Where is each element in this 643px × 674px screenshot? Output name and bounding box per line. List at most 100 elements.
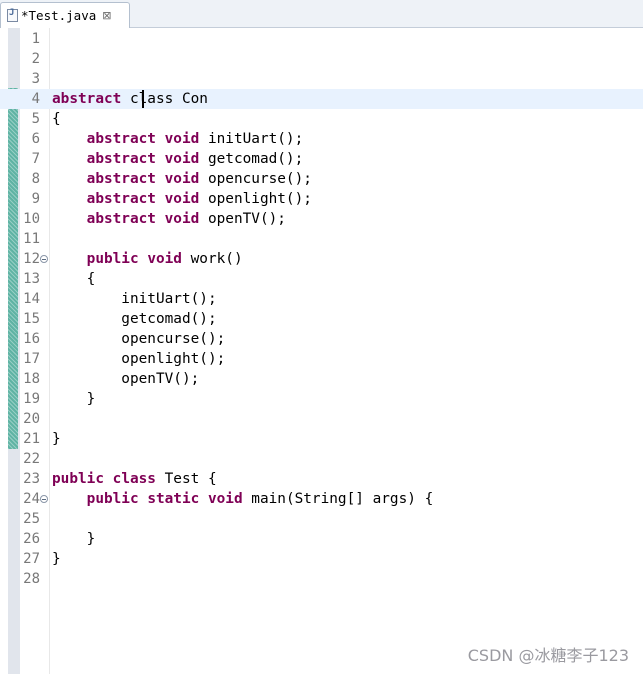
- code-token: openTV();: [52, 371, 200, 387]
- line-number: 4: [31, 91, 40, 107]
- fold-collapse-icon[interactable]: [40, 255, 48, 263]
- code-token: main(String[] args) {: [242, 491, 434, 507]
- code-token: initUart();: [52, 291, 217, 307]
- tab-title: *Test.java: [21, 8, 97, 23]
- code-line[interactable]: 17 openlight();: [0, 349, 643, 369]
- code-editor[interactable]: 1 2 3 4 abstract class Con 5{6 abstract void …: [0, 28, 643, 674]
- code-line[interactable]: 2: [0, 49, 643, 69]
- keyword-token: void: [164, 171, 200, 187]
- code-line[interactable]: 18 openTV();: [0, 369, 643, 389]
- code-line[interactable]: 8 abstract void opencurse();: [0, 169, 643, 189]
- code-line[interactable]: 25: [0, 509, 643, 529]
- code-token: openTV();: [199, 211, 286, 227]
- code-line[interactable]: 7 abstract void getcomad();: [0, 149, 643, 169]
- code-text: }: [52, 531, 96, 547]
- line-number: 16: [23, 331, 40, 347]
- keyword-token: abstract: [86, 131, 156, 147]
- code-line[interactable]: 28: [0, 569, 643, 589]
- line-number: 5: [31, 111, 40, 127]
- keyword-token: public: [52, 471, 104, 487]
- code-line[interactable]: 1: [0, 29, 643, 49]
- code-line[interactable]: 4 abstract class Con: [0, 89, 643, 109]
- code-token: opencurse();: [52, 331, 226, 347]
- code-line[interactable]: 14 initUart();: [0, 289, 643, 309]
- line-number: 7: [31, 151, 40, 167]
- line-number: 20: [23, 411, 40, 427]
- code-token: openlight();: [52, 351, 226, 367]
- code-line[interactable]: 22: [0, 449, 643, 469]
- code-line[interactable]: 26 }: [0, 529, 643, 549]
- fold-collapse-icon[interactable]: [40, 495, 48, 503]
- code-line[interactable]: 24 public static void main(String[] args…: [0, 489, 643, 509]
- code-token: {: [52, 271, 96, 287]
- code-line[interactable]: 9 abstract void openlight();: [0, 189, 643, 209]
- code-line[interactable]: 10 abstract void openTV();: [0, 209, 643, 229]
- code-line[interactable]: 21}: [0, 429, 643, 449]
- keyword-token: abstract: [86, 171, 156, 187]
- code-text: public static void main(String[] args) {: [52, 491, 434, 507]
- line-number: 12: [23, 251, 40, 267]
- editor-tab-bar: J *Test.java ⊠: [0, 0, 643, 28]
- keyword-token: void: [164, 131, 200, 147]
- code-line[interactable]: 27}: [0, 549, 643, 569]
- line-number: 10: [23, 211, 40, 227]
- line-number: 11: [23, 231, 40, 247]
- code-line[interactable]: 3: [0, 69, 643, 89]
- watermark: CSDN @冰糖李子123: [467, 646, 629, 665]
- code-line[interactable]: 15 getcomad();: [0, 309, 643, 329]
- code-token: work(): [181, 251, 243, 267]
- keyword-token: public: [86, 491, 139, 507]
- line-number: 2: [31, 51, 40, 67]
- code-token: }: [52, 391, 96, 407]
- code-text: }: [52, 551, 61, 567]
- line-number: 19: [23, 391, 40, 407]
- code-line[interactable]: 16 opencurse();: [0, 329, 643, 349]
- code-text: openTV();: [52, 371, 199, 387]
- code-line[interactable]: 19 }: [0, 389, 643, 409]
- code-text: }: [52, 431, 61, 447]
- line-number: 18: [23, 371, 40, 387]
- code-line[interactable]: 20: [0, 409, 643, 429]
- code-token: initUart();: [199, 131, 304, 147]
- code-text: abstract void opencurse();: [52, 171, 312, 187]
- line-number: 21: [23, 431, 40, 447]
- code-token: class Con: [121, 91, 208, 107]
- java-file-icon: J: [7, 8, 18, 22]
- code-token: openlight();: [199, 191, 312, 207]
- code-line[interactable]: 11: [0, 229, 643, 249]
- code-line[interactable]: 13 {: [0, 269, 643, 289]
- line-number: 25: [23, 511, 40, 527]
- keyword-token: void: [164, 191, 200, 207]
- close-icon[interactable]: ⊠: [102, 9, 111, 22]
- code-text: public void work(): [52, 251, 243, 267]
- code-line[interactable]: 6 abstract void initUart();: [0, 129, 643, 149]
- line-number: 6: [31, 131, 40, 147]
- keyword-token: void: [164, 151, 200, 167]
- code-line[interactable]: 23 public class Test {: [0, 469, 643, 489]
- code-text: abstract void openlight();: [52, 191, 312, 207]
- line-number: 22: [23, 451, 40, 467]
- code-line[interactable]: 5{: [0, 109, 643, 129]
- code-text: abstract void getcomad();: [52, 151, 304, 167]
- line-number: 15: [23, 311, 40, 327]
- editor-tab-test-java[interactable]: J *Test.java ⊠: [0, 2, 130, 28]
- code-token: Test {: [155, 471, 217, 487]
- line-number: 24: [23, 491, 40, 507]
- code-line[interactable]: 12 public void work(): [0, 249, 643, 269]
- line-number: 27: [23, 551, 40, 567]
- line-number: 8: [31, 171, 40, 187]
- line-number: 28: [23, 571, 40, 587]
- keyword-token: static: [147, 491, 200, 507]
- keyword-token: class: [112, 471, 156, 487]
- line-number: 9: [31, 191, 40, 207]
